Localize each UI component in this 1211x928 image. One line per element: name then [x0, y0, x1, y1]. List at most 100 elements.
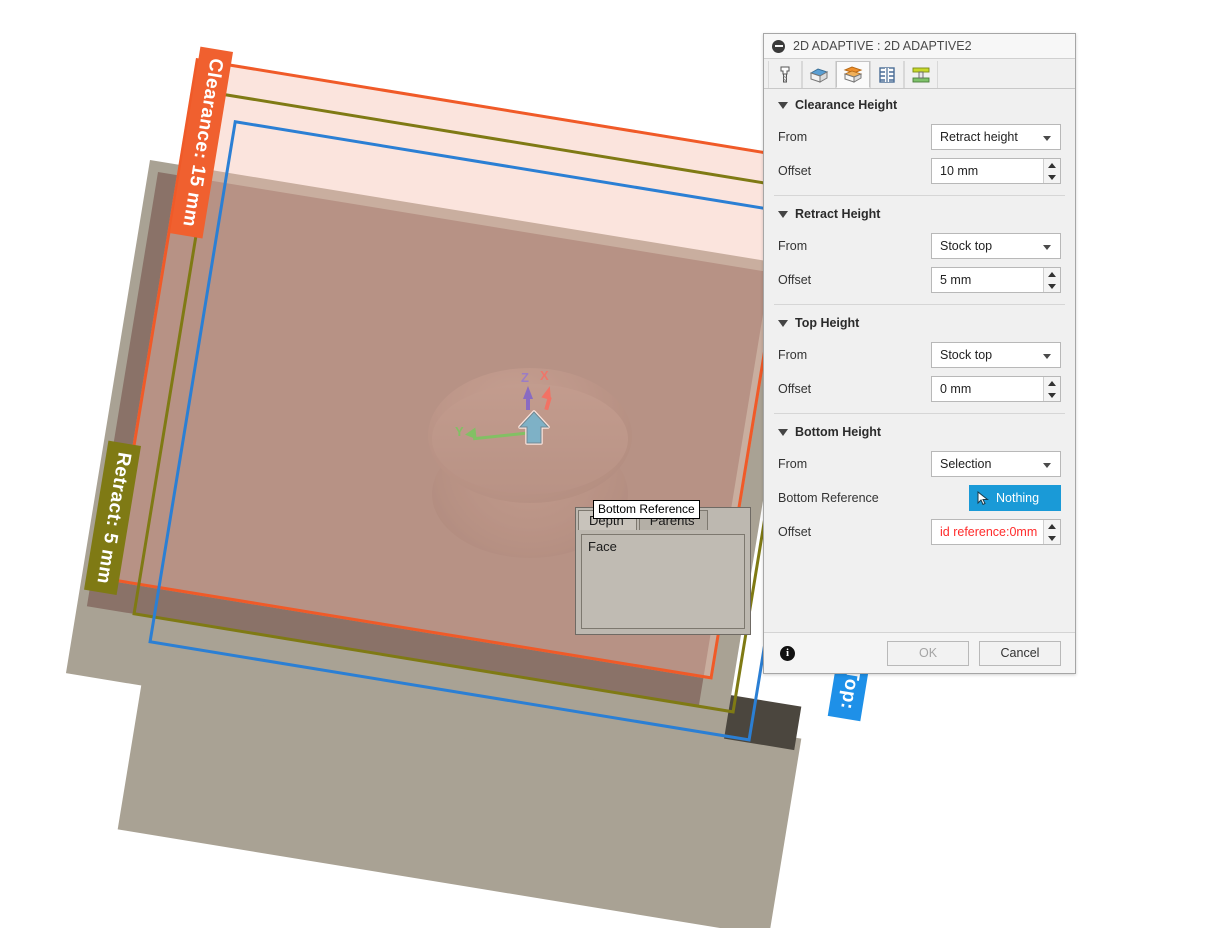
- bottom-from-value: Selection: [940, 457, 992, 471]
- dialog-title-bar: 2D ADAPTIVE : 2D ADAPTIVE2: [764, 34, 1075, 59]
- heights-icon: [843, 65, 863, 83]
- chevron-down-icon: [1043, 354, 1051, 359]
- bottom-offset-input[interactable]: id reference:0mm: [931, 519, 1061, 545]
- popup-list-item[interactable]: Face: [581, 534, 745, 629]
- screen: Z X Y Clearance: 15 mm Retract: 5 mm Top…: [0, 0, 1211, 928]
- divider: [774, 304, 1065, 305]
- section-top-height[interactable]: Top Height: [764, 307, 1075, 338]
- section-title: Bottom Height: [795, 425, 882, 439]
- section-title: Top Height: [795, 316, 860, 330]
- operation-dialog[interactable]: 2D ADAPTIVE : 2D ADAPTIVE2 Clearance Hei…: [763, 33, 1076, 674]
- origin-triad: Z X Y: [455, 368, 585, 468]
- footer-button-group: OK Cancel: [887, 640, 1061, 666]
- top-offset-stepper[interactable]: [1043, 377, 1060, 401]
- retract-from-row: From Stock top: [764, 229, 1075, 263]
- stepper-up-icon[interactable]: [1044, 159, 1060, 171]
- bottom-offset-stepper[interactable]: [1043, 520, 1060, 544]
- depth-parents-popup[interactable]: Depth Parents Face: [575, 507, 751, 635]
- chevron-down-icon: [1043, 245, 1051, 250]
- section-retract-height[interactable]: Retract Height: [764, 198, 1075, 229]
- bottom-reference-value: Nothing: [996, 491, 1040, 505]
- top-from-label: From: [778, 348, 808, 362]
- tab-geometry[interactable]: [802, 61, 836, 88]
- z-axis-arrowhead: [523, 386, 533, 399]
- axis-label-z: Z: [521, 370, 529, 385]
- top-offset-label: Offset: [778, 382, 812, 396]
- tool-icon: [780, 66, 790, 82]
- chevron-down-icon: [778, 101, 788, 109]
- cancel-button[interactable]: Cancel: [979, 640, 1061, 666]
- ok-button[interactable]: OK: [887, 640, 969, 666]
- clearance-from-value: Retract height: [940, 130, 1018, 144]
- bottom-reference-select-button[interactable]: Nothing: [969, 485, 1061, 511]
- tab-passes[interactable]: [870, 61, 904, 88]
- collapse-icon[interactable]: [772, 39, 785, 53]
- clearance-from-label: From: [778, 130, 808, 144]
- z-axis-arrow: [526, 398, 530, 410]
- retract-offset-label: Offset: [778, 273, 812, 287]
- bottom-reference-label: Bottom Reference: [778, 491, 879, 505]
- section-bottom-height[interactable]: Bottom Height: [764, 416, 1075, 447]
- clearance-from-select[interactable]: Retract height: [931, 124, 1061, 150]
- retract-offset-value: 5 mm: [940, 273, 972, 287]
- section-title: Clearance Height: [795, 98, 898, 112]
- stepper-up-icon[interactable]: [1044, 377, 1060, 389]
- clearance-offset-row: Offset 10 mm: [764, 154, 1075, 188]
- stepper-down-icon[interactable]: [1044, 389, 1060, 401]
- stepper-down-icon[interactable]: [1044, 532, 1060, 544]
- section-clearance-height[interactable]: Clearance Height: [764, 89, 1075, 120]
- chevron-down-icon: [1043, 463, 1051, 468]
- clearance-offset-stepper[interactable]: [1043, 159, 1060, 183]
- stepper-up-icon[interactable]: [1044, 268, 1060, 280]
- top-offset-value: 0 mm: [940, 382, 972, 396]
- chevron-down-icon: [778, 319, 788, 327]
- chevron-down-icon: [778, 428, 788, 436]
- retract-from-label: From: [778, 239, 808, 253]
- bottom-offset-label: Offset: [778, 525, 812, 539]
- bottom-from-row: From Selection: [764, 447, 1075, 481]
- info-icon[interactable]: i: [780, 645, 795, 661]
- bottom-reference-row: Bottom Reference Nothing: [764, 481, 1075, 515]
- clearance-from-row: From Retract height: [764, 120, 1075, 154]
- stepper-down-icon[interactable]: [1044, 280, 1060, 292]
- stepper-up-icon[interactable]: [1044, 520, 1060, 532]
- y-axis-arrowhead: [464, 427, 477, 441]
- retract-from-value: Stock top: [940, 239, 993, 253]
- clearance-offset-label: Offset: [778, 164, 812, 178]
- linking-icon: [912, 67, 930, 82]
- passes-icon: [879, 66, 895, 83]
- tab-tool[interactable]: [768, 61, 802, 88]
- retract-offset-input[interactable]: 5 mm: [931, 267, 1061, 293]
- top-offset-row: Offset 0 mm: [764, 372, 1075, 406]
- bottom-reference-tooltip: Bottom Reference: [593, 500, 700, 519]
- clearance-offset-input[interactable]: 10 mm: [931, 158, 1061, 184]
- divider: [774, 195, 1065, 196]
- top-from-select[interactable]: Stock top: [931, 342, 1061, 368]
- dialog-tab-strip: [764, 59, 1075, 89]
- tab-linking[interactable]: [904, 61, 938, 88]
- retract-offset-row: Offset 5 mm: [764, 263, 1075, 297]
- clearance-offset-value: 10 mm: [940, 164, 979, 178]
- bottom-from-select[interactable]: Selection: [931, 451, 1061, 477]
- top-from-value: Stock top: [940, 348, 993, 362]
- retract-offset-stepper[interactable]: [1043, 268, 1060, 292]
- section-title: Retract Height: [795, 207, 881, 221]
- chevron-down-icon: [1043, 136, 1051, 141]
- x-axis-arrowhead: [541, 384, 555, 401]
- dialog-footer: i OK Cancel: [764, 632, 1075, 673]
- cursor-icon: [977, 490, 989, 505]
- axis-label-y: Y: [455, 424, 464, 439]
- tab-heights[interactable]: [836, 61, 870, 88]
- top-from-row: From Stock top: [764, 338, 1075, 372]
- origin-marker-icon: [518, 410, 550, 445]
- bottom-offset-row: Offset id reference:0mm: [764, 515, 1075, 549]
- bottom-offset-value: id reference:0mm: [940, 525, 1038, 539]
- divider: [774, 413, 1065, 414]
- chevron-down-icon: [778, 210, 788, 218]
- axis-label-x: X: [540, 368, 549, 383]
- retract-from-select[interactable]: Stock top: [931, 233, 1061, 259]
- dialog-title: 2D ADAPTIVE : 2D ADAPTIVE2: [793, 39, 972, 53]
- geometry-icon: [809, 67, 829, 83]
- stepper-down-icon[interactable]: [1044, 171, 1060, 183]
- top-offset-input[interactable]: 0 mm: [931, 376, 1061, 402]
